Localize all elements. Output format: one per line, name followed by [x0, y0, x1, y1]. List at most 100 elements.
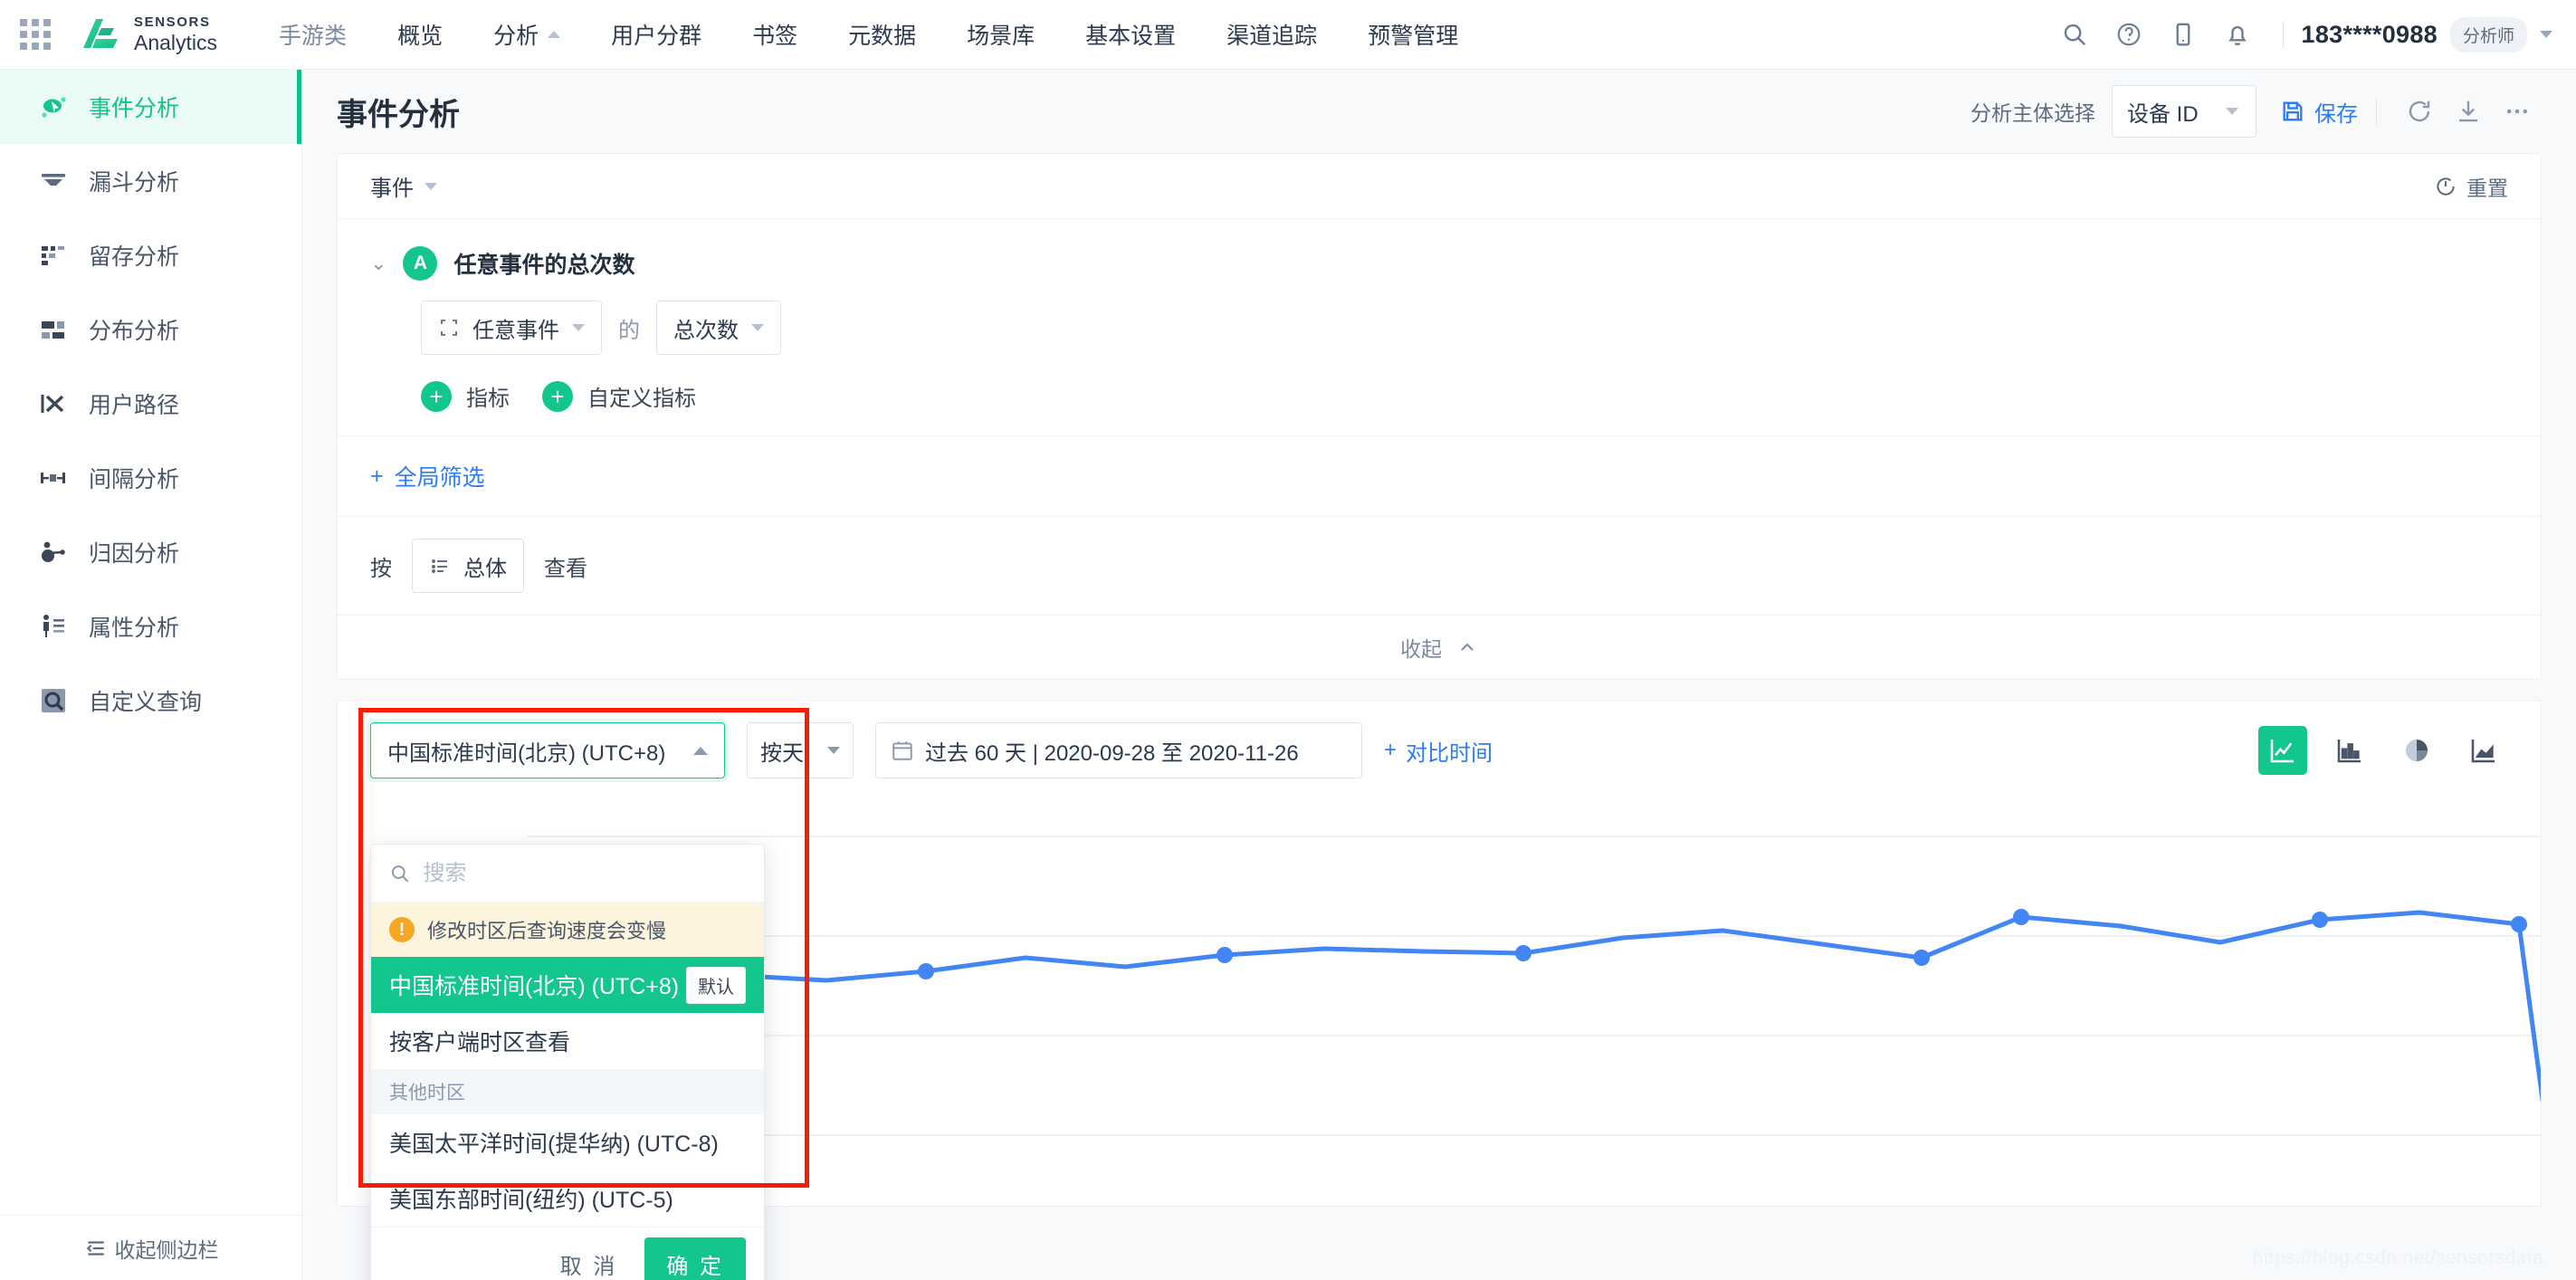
- user-path-icon: [38, 388, 69, 419]
- global-filter-label: 全局筛选: [394, 465, 485, 491]
- nav-label: 概览: [397, 24, 444, 49]
- line-chart-icon[interactable]: [2258, 726, 2307, 775]
- bar-chart-icon[interactable]: [2325, 726, 2374, 775]
- timezone-option-beijing[interactable]: 中国标准时间(北京) (UTC+8) 默认: [371, 957, 764, 1013]
- reset-button[interactable]: 重置: [2434, 171, 2508, 202]
- compare-time-button[interactable]: + 对比时间: [1384, 735, 1493, 767]
- distribution-icon: [38, 314, 69, 345]
- nav-label: 手游类: [279, 24, 348, 49]
- chart-card: 中国标准时间(北京) (UTC+8) 按天 过去 60 天 | 2020-09-…: [337, 700, 2542, 1280]
- sidebar-item-distribution-analysis[interactable]: 分布分析: [0, 292, 301, 367]
- nav-item-channel-tracking[interactable]: 渠道追踪: [1201, 18, 1342, 51]
- funnel-icon: [38, 166, 69, 196]
- list-icon: [432, 559, 447, 573]
- reset-label: 重置: [2466, 176, 2508, 200]
- nav-item-scene-library[interactable]: 场景库: [941, 18, 1060, 51]
- nav-item-metadata[interactable]: 元数据: [823, 18, 941, 51]
- metric-section: ⌄ A 任意事件的总次数 任意事件 的 总次数 + 指标 + 自定义指标: [338, 219, 2541, 436]
- analysis-subject-value: 设备 ID: [2127, 101, 2199, 127]
- save-label: 保存: [2314, 101, 2358, 127]
- topbar-actions: 183****0988 分析师: [2047, 7, 2576, 62]
- group-by-value: 总体: [463, 556, 507, 581]
- save-button[interactable]: 保存: [2280, 96, 2358, 128]
- add-metric-icon[interactable]: +: [421, 380, 452, 412]
- search-icon[interactable]: [2047, 7, 2102, 62]
- sidebar-item-user-path[interactable]: 用户路径: [0, 367, 301, 441]
- chevron-down-icon: [827, 747, 840, 754]
- nav-item-alert-management[interactable]: 预警管理: [1342, 18, 1484, 51]
- timezone-option-pacific[interactable]: 美国太平洋时间(提华纳) (UTC-8): [371, 1114, 764, 1170]
- date-range-select[interactable]: 过去 60 天 | 2020-09-28 至 2020-11-26: [875, 722, 1362, 779]
- custom-query-icon: [38, 685, 69, 716]
- series-line: [525, 910, 2541, 1103]
- group-by-prefix: 按: [370, 556, 392, 581]
- sidebar-item-interval-analysis[interactable]: 间隔分析: [0, 441, 301, 515]
- help-icon[interactable]: [2102, 7, 2156, 62]
- cancel-button[interactable]: 取 消: [549, 1248, 629, 1280]
- sidebar-item-label: 用户路径: [89, 393, 180, 418]
- timezone-search-input[interactable]: [423, 860, 746, 886]
- app-root: SENSORS Analytics 手游类 概览 分析 用户分群 书签 元数据 …: [0, 0, 2576, 1280]
- sidebar-item-attribution-analysis[interactable]: 归因分析: [0, 515, 301, 589]
- nav-item-bookmarks[interactable]: 书签: [727, 18, 823, 51]
- refresh-icon[interactable]: [2395, 87, 2444, 136]
- nav-item-user-segments[interactable]: 用户分群: [586, 18, 727, 51]
- main-nav: 手游类 概览 分析 用户分群 书签 元数据 场景库 基本设置 渠道追踪 预警管理: [253, 18, 1484, 51]
- nav-label: 书签: [752, 24, 798, 49]
- timezone-option-eastern[interactable]: 美国东部时间(纽约) (UTC-5): [371, 1170, 764, 1227]
- group-by-select[interactable]: 总体: [412, 539, 524, 593]
- area-chart-icon[interactable]: [2459, 726, 2508, 775]
- sidebar-item-attribute-analysis[interactable]: 属性分析: [0, 589, 301, 664]
- confirm-button[interactable]: 确 定: [644, 1237, 746, 1280]
- sidebar-item-label: 事件分析: [89, 96, 180, 121]
- chart-toolbar: 中国标准时间(北京) (UTC+8) 按天 过去 60 天 | 2020-09-…: [338, 701, 2541, 800]
- analysis-subject-select[interactable]: 设备 ID: [2112, 85, 2256, 138]
- metric-header: ⌄ A 任意事件的总次数: [370, 246, 2508, 281]
- mobile-icon[interactable]: [2156, 7, 2210, 62]
- divider: [2376, 98, 2377, 125]
- add-custom-metric-label[interactable]: 自定义指标: [587, 380, 696, 412]
- timezone-dropdown-footer: 取 消 确 定: [371, 1227, 764, 1280]
- download-icon[interactable]: [2444, 87, 2493, 136]
- main-content: 事件分析 分析主体选择 设备 ID 保存 事件 重置 ⌄ A 任意事件的总次数 …: [302, 70, 2576, 1280]
- add-metric-label[interactable]: 指标: [466, 380, 510, 412]
- nav-label: 场景库: [967, 24, 1035, 49]
- add-metric-row: + 指标 + 自定义指标: [421, 380, 2508, 412]
- collapse-sidebar-button[interactable]: 收起侧边栏: [0, 1215, 302, 1280]
- group-by-suffix: 查看: [544, 556, 587, 581]
- bell-icon[interactable]: [2210, 7, 2265, 62]
- add-custom-metric-icon[interactable]: +: [542, 380, 573, 412]
- chevron-down-icon[interactable]: [2540, 31, 2552, 38]
- event-tab[interactable]: 事件: [370, 170, 437, 202]
- apps-grid-icon[interactable]: [20, 19, 51, 50]
- sidebar-item-custom-query[interactable]: 自定义查询: [0, 664, 301, 738]
- timezone-select[interactable]: 中国标准时间(北京) (UTC+8): [370, 722, 725, 779]
- sidebar-item-retention-analysis[interactable]: 留存分析: [0, 218, 301, 292]
- collapse-query-button[interactable]: 收起: [338, 616, 2541, 679]
- reset-icon: [2437, 177, 2455, 196]
- timezone-group-label: 其他时区: [371, 1069, 764, 1114]
- timezone-option-client[interactable]: 按客户端时区查看: [371, 1013, 764, 1069]
- add-global-filter-button[interactable]: + 全局筛选: [370, 460, 485, 492]
- logo-line-1: SENSORS: [134, 14, 211, 30]
- sidebar-item-event-analysis[interactable]: 事件分析: [0, 70, 301, 144]
- event-tab-label: 事件: [370, 177, 414, 201]
- chevron-down-icon[interactable]: ⌄: [370, 252, 386, 275]
- nav-item-basic-settings[interactable]: 基本设置: [1060, 18, 1201, 51]
- event-select[interactable]: 任意事件: [421, 301, 602, 355]
- brand-logo[interactable]: SENSORS Analytics: [83, 15, 217, 53]
- nav-item-analysis[interactable]: 分析: [468, 18, 586, 51]
- timezone-option-label: 美国东部时间(纽约) (UTC-5): [389, 1188, 673, 1213]
- sidebar-item-funnel-analysis[interactable]: 漏斗分析: [0, 144, 301, 218]
- aggregation-select[interactable]: 总次数: [656, 301, 781, 355]
- collapse-icon: [86, 1240, 104, 1256]
- time-unit-select[interactable]: 按天: [747, 722, 854, 779]
- of-text: 的: [618, 318, 640, 343]
- more-icon[interactable]: [2493, 87, 2542, 136]
- pie-chart-icon[interactable]: [2392, 726, 2441, 775]
- interval-icon: [38, 463, 69, 493]
- timezone-option-label: 按客户端时区查看: [389, 1030, 571, 1056]
- sidebar-item-label: 留存分析: [89, 244, 180, 270]
- nav-item-project[interactable]: 手游类: [253, 18, 372, 51]
- nav-item-overview[interactable]: 概览: [372, 18, 468, 51]
